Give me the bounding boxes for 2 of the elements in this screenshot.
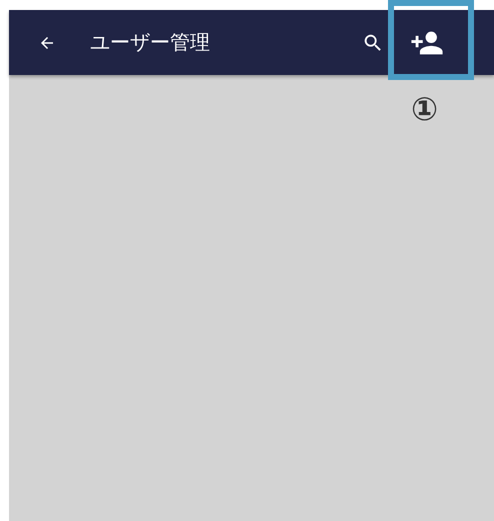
callout-number: ①	[411, 90, 438, 128]
screen-title: ユーザー管理	[90, 29, 210, 56]
